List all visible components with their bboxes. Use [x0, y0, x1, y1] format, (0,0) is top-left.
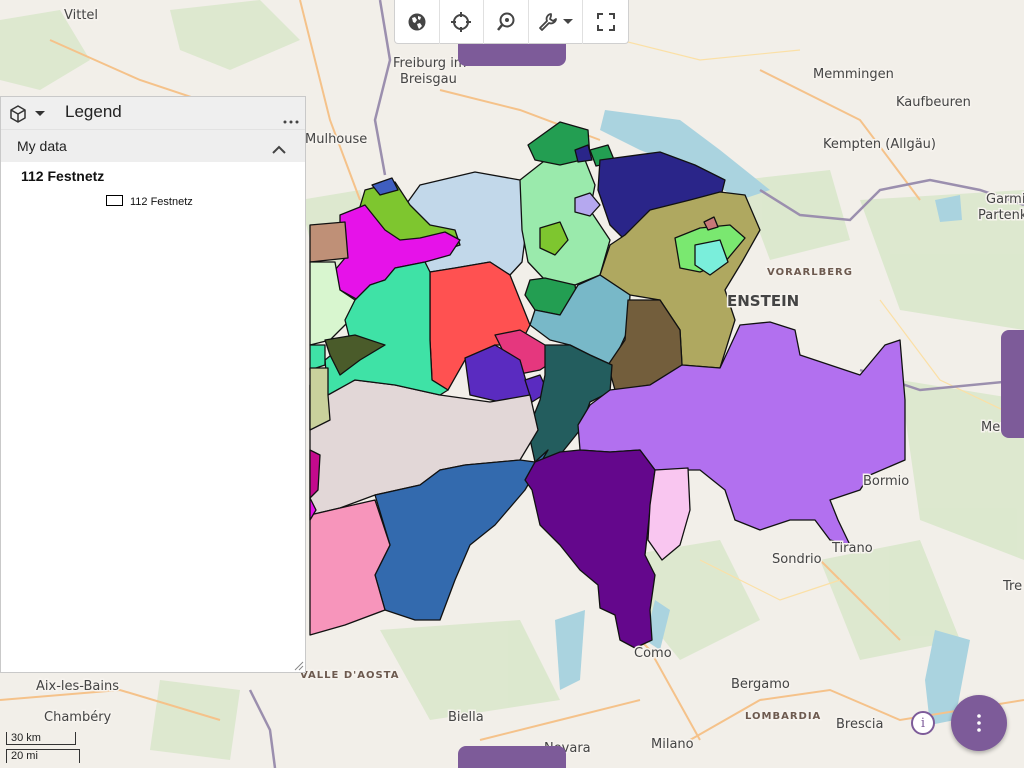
place-label: Tirano	[831, 541, 873, 556]
info-button[interactable]: i	[911, 711, 935, 735]
region-label: VALLE D'AOSTA	[300, 670, 399, 681]
cube-icon	[10, 105, 26, 123]
place-label: Kempten (Allgäu)	[823, 137, 936, 152]
place-label: Bormio	[863, 474, 909, 489]
place-label: Aix-les-Bains	[36, 679, 119, 694]
right-panel-handle[interactable]	[1001, 330, 1024, 438]
map-toolbar	[394, 0, 629, 44]
country-label: ENSTEIN	[727, 292, 799, 310]
place-label: Chambéry	[44, 710, 112, 725]
place-label: Kaufbeuren	[896, 95, 971, 110]
chevron-down-icon	[563, 19, 574, 24]
place-label: Mulhouse	[305, 132, 367, 147]
scale-bar: 30 km 20 mi	[6, 732, 82, 764]
place-label: Freiburg im	[393, 56, 466, 71]
scale-imperial: 20 mi	[6, 749, 80, 763]
legend-section-header[interactable]: My data	[1, 129, 305, 162]
place-label: Bergamo	[731, 677, 790, 692]
scale-metric: 30 km	[6, 732, 76, 745]
tools-button[interactable]	[529, 0, 584, 44]
region-label: LOMBARDIA	[745, 711, 821, 722]
chevron-up-icon[interactable]	[272, 141, 286, 159]
vertical-dots-icon	[977, 714, 981, 732]
bottom-panel-handle[interactable]	[458, 746, 566, 768]
place-label: Sondrio	[772, 552, 822, 567]
resize-handle-icon[interactable]	[294, 661, 304, 671]
fullscreen-icon	[596, 13, 615, 31]
info-icon: i	[920, 715, 926, 731]
place-label: Biella	[448, 710, 484, 725]
place-label: Como	[634, 646, 672, 661]
more-actions-button[interactable]	[951, 695, 1007, 751]
legend-section-label: My data	[17, 138, 67, 154]
more-options-icon[interactable]	[283, 111, 299, 129]
legend-swatch	[106, 195, 123, 206]
place-label: Memmingen	[813, 67, 894, 82]
place-label: Partenk	[978, 208, 1024, 223]
locate-button[interactable]	[440, 0, 485, 44]
place-label: Breisgau	[400, 72, 457, 87]
place-label: Tre	[1002, 579, 1022, 594]
crosshair-icon	[451, 12, 472, 32]
region-label: VORARLBERG	[767, 267, 853, 278]
globe-icon	[408, 13, 426, 31]
legend-title: Legend	[65, 102, 122, 121]
legend-layer-name: 112 Festnetz	[21, 168, 105, 184]
place-label: Garmi	[986, 192, 1024, 207]
place-label: Milano	[651, 737, 694, 752]
place-label: Brescia	[836, 717, 883, 732]
globe-button[interactable]	[395, 0, 440, 44]
layers-menu-button[interactable]	[8, 104, 46, 124]
wrench-icon	[539, 13, 558, 31]
legend-panel: Legend My data 112 Festnetz 112 Festnetz	[0, 96, 306, 673]
search-location-button[interactable]	[484, 0, 529, 44]
location-search-icon	[497, 12, 515, 31]
legend-header: Legend	[1, 97, 305, 129]
legend-item-label: 112 Festnetz	[130, 196, 193, 208]
place-label: Vittel	[64, 8, 98, 23]
chevron-down-icon	[35, 111, 45, 116]
top-panel-handle[interactable]	[458, 44, 566, 66]
fullscreen-button[interactable]	[583, 0, 628, 44]
